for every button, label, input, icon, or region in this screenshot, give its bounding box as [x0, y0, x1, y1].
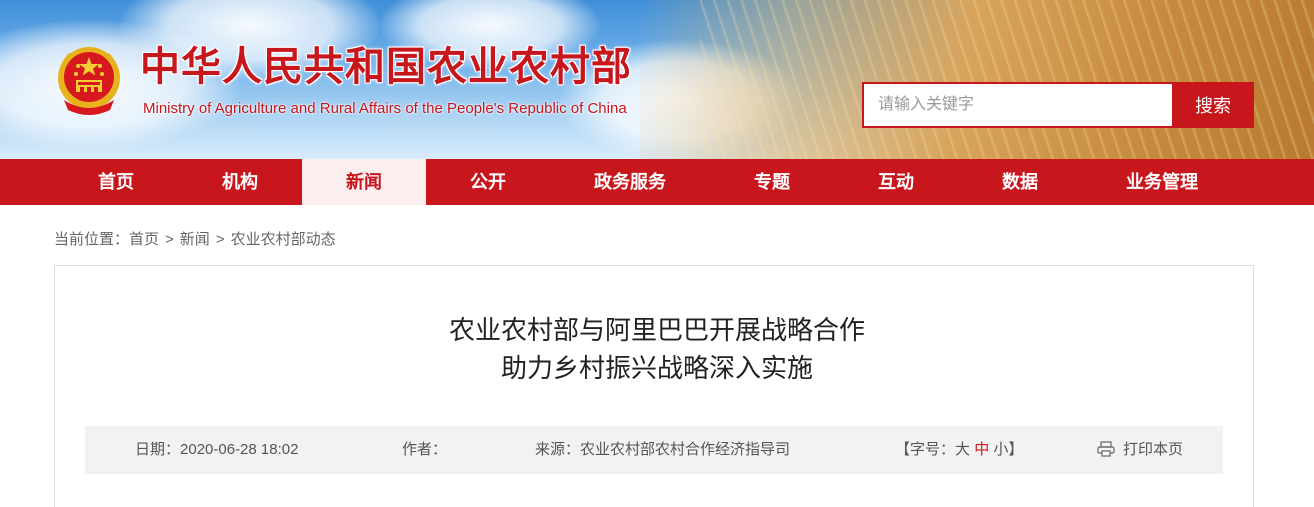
article-title: 农业农村部与阿里巴巴开展战略合作 助力乡村振兴战略深入实施 [0, 312, 1314, 388]
article-title-line-1: 农业农村部与阿里巴巴开展战略合作 [448, 316, 865, 346]
breadcrumb: 当前位置：首页 > 新闻 > 农业农村部动态 [54, 229, 336, 251]
nav-item-interaction[interactable]: 互动 [834, 159, 958, 205]
font-size-label: 【字号： [895, 441, 956, 458]
nav-item-business-management[interactable]: 业务管理 [1082, 159, 1242, 205]
font-size-small-button[interactable]: 小 [993, 441, 1008, 458]
nav-item-organization[interactable]: 机构 [178, 159, 302, 205]
meta-source: 来源：农业农村部农村合作经济指导司 [535, 426, 790, 474]
breadcrumb-separator: > [165, 231, 174, 248]
print-button[interactable]: 打印本页 [1097, 426, 1183, 474]
breadcrumb-prefix: 当前位置： [54, 231, 130, 248]
nav-item-government-services[interactable]: 政务服务 [550, 159, 710, 205]
meta-author-label: 作者： [402, 441, 448, 458]
main-nav: 首页 机构 新闻 公开 政务服务 专题 互动 数据 业务管理 [0, 159, 1314, 205]
article-meta-bar: 日期：2020-06-28 18:02 作者： 来源：农业农村部农村合作经济指导… [85, 426, 1223, 474]
nav-item-public[interactable]: 公开 [426, 159, 550, 205]
banner-wheat-stalks [700, 0, 1314, 159]
font-size-control: 【字号：大 中 小】 [895, 426, 1023, 474]
search-input[interactable] [862, 82, 1173, 128]
printer-icon [1097, 429, 1115, 477]
site-subtitle-en: Ministry of Agriculture and Rural Affair… [143, 100, 627, 117]
site-title: 中华人民共和国农业农村部 [140, 43, 632, 90]
search-button[interactable]: 搜索 [1172, 82, 1254, 128]
meta-date-value: 2020-06-28 18:02 [180, 441, 299, 458]
article-title-line-2: 助力乡村振兴战略深入实施 [500, 354, 813, 384]
meta-author: 作者： [402, 426, 447, 474]
breadcrumb-separator: > [215, 231, 225, 248]
print-label: 打印本页 [1123, 441, 1184, 458]
nav-item-data[interactable]: 数据 [958, 159, 1082, 205]
font-size-large-button[interactable]: 大 [955, 441, 970, 458]
breadcrumb-link-ministry-updates[interactable]: 农业农村部动态 [231, 231, 336, 248]
nav-item-home[interactable]: 首页 [54, 159, 178, 205]
meta-date: 日期：2020-06-28 18:02 [135, 426, 298, 474]
breadcrumb-link-news[interactable]: 新闻 [180, 231, 210, 248]
breadcrumb-link-home[interactable]: 首页 [129, 231, 159, 248]
meta-source-label: 来源： [535, 441, 581, 458]
meta-date-label: 日期： [135, 441, 181, 458]
font-size-medium-button[interactable]: 中 [974, 441, 989, 458]
nav-item-topics[interactable]: 专题 [710, 159, 834, 205]
national-emblem-icon [54, 44, 124, 118]
font-size-close-bracket: 】 [1008, 441, 1024, 458]
nav-item-news[interactable]: 新闻 [302, 159, 426, 205]
header-banner: 中华人民共和国农业农村部 Ministry of Agriculture and… [0, 0, 1314, 159]
meta-source-value: 农业农村部农村合作经济指导司 [580, 441, 791, 458]
